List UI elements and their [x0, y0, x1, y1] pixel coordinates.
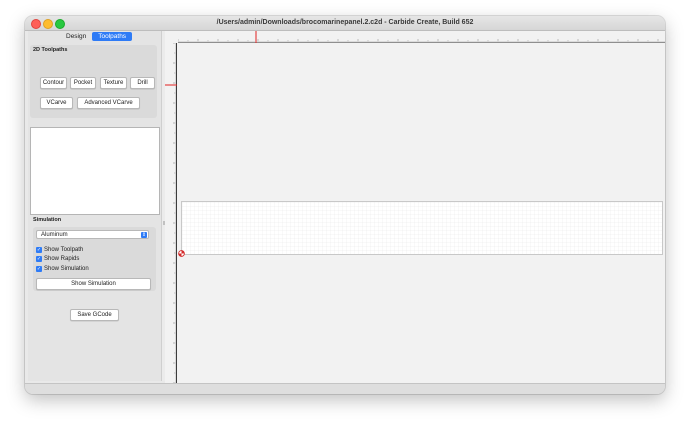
material-select[interactable]: Aluminum ⇕ — [36, 230, 149, 239]
show-simulation-label: Show Simulation — [44, 266, 89, 272]
checkmark-icon: ✓ — [36, 256, 42, 262]
save-gcode-button[interactable]: Save GCode — [70, 309, 119, 321]
tab-toolpaths[interactable]: Toolpaths — [92, 32, 133, 41]
mode-tabs: Design Toolpaths — [60, 32, 133, 41]
ruler-marker-left — [165, 84, 177, 86]
left-panel: Design Toolpaths 2D Toolpaths Contour Po… — [28, 31, 161, 381]
show-rapids-checkbox[interactable]: ✓ Show Rapids — [36, 255, 79, 263]
show-simulation-checkbox[interactable]: ✓ Show Simulation — [36, 265, 89, 273]
toolpath-list[interactable] — [30, 127, 160, 215]
toolpaths-group: 2D Toolpaths Contour Pocket Texture Dril… — [30, 45, 157, 118]
status-bar — [25, 383, 665, 394]
show-toolpath-label: Show Toolpath — [44, 247, 84, 253]
simulation-group: Aluminum ⇕ ✓ Show Toolpath ✓ Show Rapids… — [33, 227, 156, 291]
material-select-value: Aluminum — [41, 232, 68, 238]
pocket-button[interactable]: Pocket — [70, 77, 96, 89]
chevron-updown-icon: ⇕ — [141, 232, 147, 238]
ruler-marker-top — [255, 31, 257, 43]
contour-button[interactable]: Contour — [40, 77, 67, 89]
texture-button[interactable]: Texture — [100, 77, 127, 89]
checkmark-icon: ✓ — [36, 247, 42, 253]
show-rapids-label: Show Rapids — [44, 256, 80, 262]
checkmark-icon: ✓ — [36, 266, 42, 272]
toolpaths-group-label: 2D Toolpaths — [33, 47, 68, 53]
window-title: /Users/admin/Downloads/brocomarinepanel.… — [216, 19, 474, 26]
origin-marker-icon — [178, 250, 185, 257]
stock-grid[interactable] — [181, 201, 663, 255]
title-bar[interactable]: /Users/admin/Downloads/brocomarinepanel.… — [25, 16, 665, 31]
simulation-label: Simulation — [33, 217, 62, 223]
drill-button[interactable]: Drill — [130, 77, 155, 89]
design-canvas[interactable] — [165, 31, 665, 383]
app-window: /Users/admin/Downloads/brocomarinepanel.… — [25, 16, 665, 394]
tab-design[interactable]: Design — [60, 32, 92, 41]
vcarve-button[interactable]: VCarve — [40, 97, 73, 109]
show-toolpath-checkbox[interactable]: ✓ Show Toolpath — [36, 246, 83, 254]
advanced-vcarve-button[interactable]: Advanced VCarve — [77, 97, 140, 109]
show-simulation-button[interactable]: Show Simulation — [36, 278, 151, 290]
